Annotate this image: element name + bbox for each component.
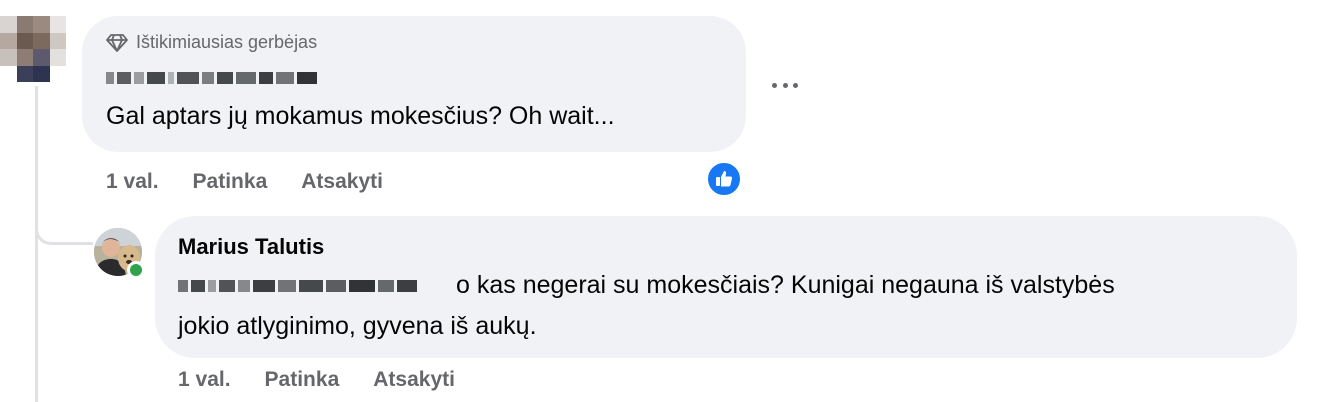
reply-connector — [35, 205, 93, 245]
comment-actions: 1 val. Patinka Atsakyti — [106, 170, 383, 194]
reply-text-line1: o kas negerai su mokesčiais? Kunigai neg… — [456, 271, 1115, 299]
reaction-like-badge[interactable] — [706, 161, 742, 197]
avatar[interactable] — [0, 16, 66, 82]
comment-text: Gal aptars jų mokamus mokesčius? Oh wait… — [106, 102, 615, 130]
like-button[interactable]: Patinka — [265, 368, 340, 392]
thread-line — [35, 86, 38, 402]
reply-button[interactable]: Atsakyti — [301, 170, 383, 194]
online-status-dot — [127, 261, 145, 279]
thumbs-up-icon — [716, 171, 733, 187]
reply-author[interactable]: Marius Talutis — [178, 234, 324, 260]
reply-button[interactable]: Atsakyti — [373, 368, 455, 392]
diamond-icon — [106, 33, 128, 52]
timestamp[interactable]: 1 val. — [178, 368, 231, 392]
more-options-icon[interactable] — [772, 72, 798, 98]
commenter-name-redacted[interactable] — [106, 72, 317, 84]
timestamp[interactable]: 1 val. — [106, 170, 159, 194]
reply-text-line2: jokio atlyginimo, gyvena iš aukų. — [178, 312, 537, 340]
mentioned-name-redacted[interactable] — [178, 280, 417, 292]
like-button[interactable]: Patinka — [193, 170, 268, 194]
top-fan-badge[interactable]: Ištikimiausias gerbėjas — [106, 32, 317, 53]
reply-actions: 1 val. Patinka Atsakyti — [178, 368, 455, 392]
badge-label: Ištikimiausias gerbėjas — [136, 32, 318, 52]
